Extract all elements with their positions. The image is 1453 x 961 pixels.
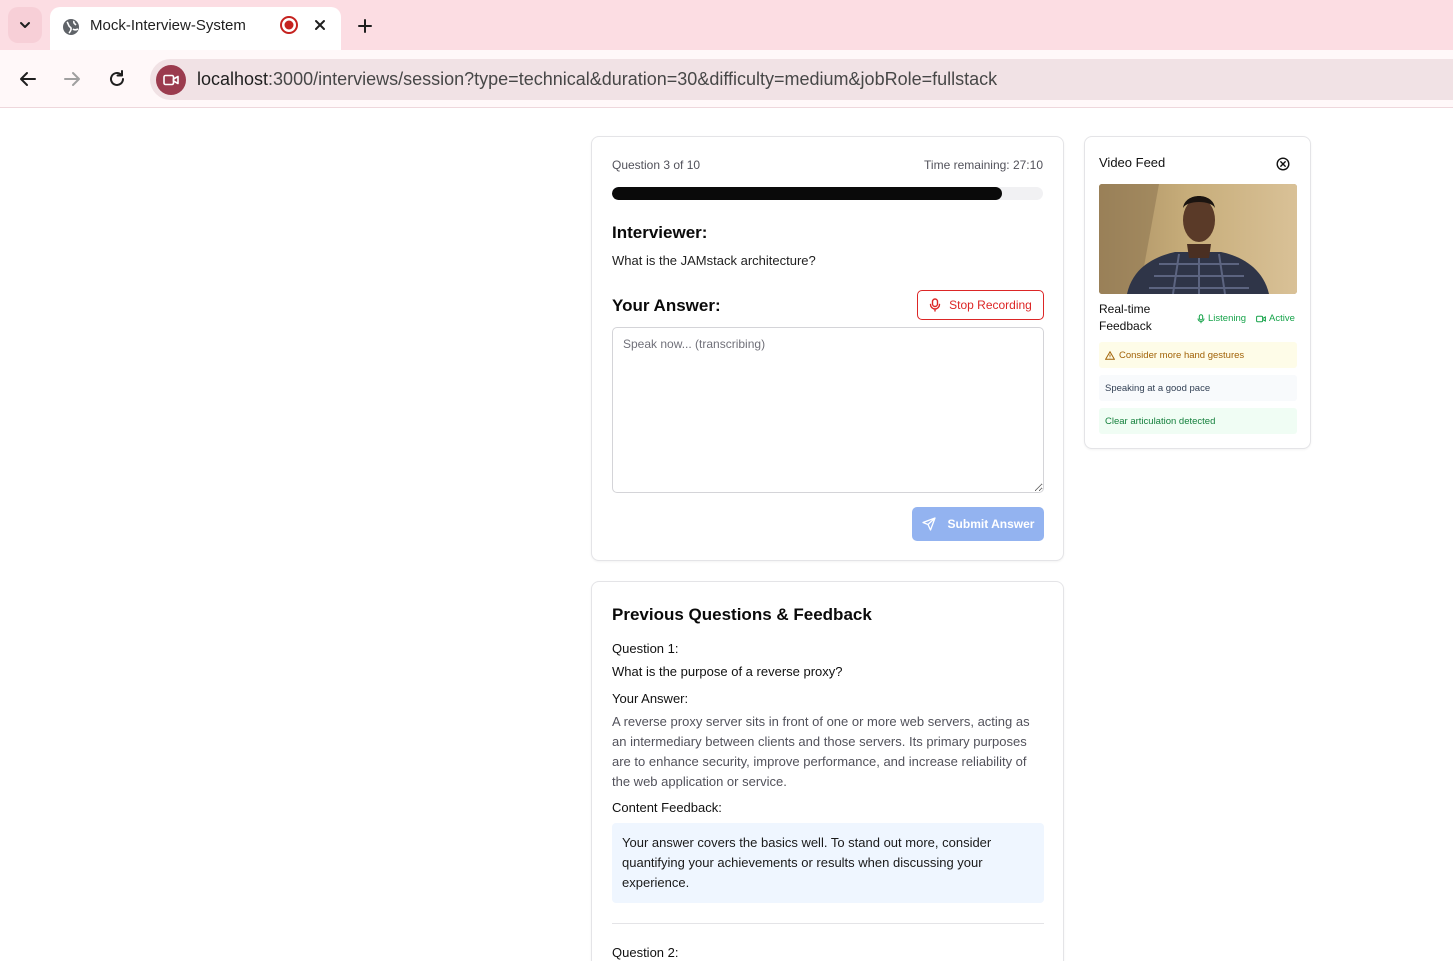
camera-icon <box>163 74 179 86</box>
feedback-positive-text: Clear articulation detected <box>1105 415 1216 427</box>
warning-triangle-icon <box>1105 350 1115 360</box>
listening-status: Listening <box>1197 313 1246 324</box>
reload-icon <box>110 70 124 86</box>
recording-indicator-icon <box>280 16 298 34</box>
globe-icon <box>63 19 79 35</box>
time-remaining: Time remaining: 27:10 <box>924 158 1043 172</box>
interviewer-heading: Interviewer: <box>612 223 708 242</box>
submit-answer-button[interactable]: Submit Answer <box>912 507 1044 541</box>
previous-question-label: Question 2: <box>612 945 679 960</box>
url-host: localhost <box>197 69 269 89</box>
forward-button[interactable] <box>58 65 86 93</box>
video-feed-card: Video Feed Real-time Feedback Listening <box>1084 136 1311 449</box>
microphone-icon <box>1197 313 1205 323</box>
camera-status: Active <box>1256 313 1295 324</box>
new-tab-button[interactable] <box>352 13 378 39</box>
previous-questions-title: Previous Questions & Feedback <box>612 605 872 624</box>
browser-tab-strip: Mock-Interview-System <box>0 0 1453 50</box>
video-camera-icon <box>1256 315 1266 322</box>
microphone-icon <box>929 298 941 312</box>
content-feedback-label: Content Feedback: <box>612 800 722 815</box>
browser-tab-active[interactable]: Mock-Interview-System <box>50 7 341 50</box>
previous-answer-text: A reverse proxy server sits in front of … <box>612 714 1030 789</box>
feedback-neutral-text: Speaking at a good pace <box>1105 382 1211 394</box>
arrow-right-icon <box>64 72 80 86</box>
tab-title: Mock-Interview-System <box>90 17 246 34</box>
feedback-warning: Consider more hand gestures <box>1099 342 1297 368</box>
chevron-down-icon <box>20 22 30 28</box>
tab-search-button[interactable] <box>8 7 42 43</box>
listening-label: Listening <box>1208 313 1247 324</box>
send-icon <box>921 517 936 531</box>
interview-card: Question 3 of 10 Time remaining: 27:10 I… <box>591 136 1064 561</box>
feedback-warning-text: Consider more hand gestures <box>1119 349 1245 361</box>
video-feed-title: Video Feed <box>1099 155 1166 170</box>
question-counter: Question 3 of 10 <box>612 158 701 172</box>
address-bar[interactable]: localhost:3000/interviews/session?type=t… <box>150 59 1453 100</box>
realtime-feedback-label: Real-time Feedback <box>1099 302 1152 333</box>
previous-question-text: What is the purpose of a reverse proxy? <box>612 664 843 679</box>
webcam-video <box>1099 184 1297 294</box>
tab-close-button[interactable] <box>308 13 332 37</box>
close-circle-icon <box>1276 157 1290 171</box>
feedback-positive: Clear articulation detected <box>1099 408 1297 434</box>
submit-answer-label: Submit Answer <box>947 517 1035 531</box>
divider <box>612 923 1044 924</box>
content-feedback-box: Your answer covers the basics well. To s… <box>612 823 1044 903</box>
arrow-left-icon <box>20 72 36 86</box>
answer-heading: Your Answer: <box>612 296 721 315</box>
webcam-image <box>1099 184 1297 294</box>
progress-bar <box>612 187 1043 200</box>
browser-toolbar: localhost:3000/interviews/session?type=t… <box>0 50 1453 108</box>
feedback-neutral: Speaking at a good pace <box>1099 375 1297 401</box>
site-info-button[interactable] <box>156 65 186 95</box>
question-text: What is the JAMstack architecture? <box>612 253 816 268</box>
active-label: Active <box>1269 313 1295 324</box>
back-button[interactable] <box>14 65 42 93</box>
url-path: :3000/interviews/session?type=technical&… <box>268 69 998 89</box>
plus-icon <box>358 19 372 33</box>
previous-questions-card: Previous Questions & Feedback Question 1… <box>591 581 1064 961</box>
previous-question-label: Question 1: <box>612 641 679 656</box>
reload-button[interactable] <box>103 65 131 93</box>
progress-bar-fill <box>612 187 1003 200</box>
answer-textarea[interactable] <box>612 327 1044 493</box>
stop-recording-label: Stop Recording <box>949 298 1032 312</box>
stop-recording-button[interactable]: Stop Recording <box>917 290 1044 320</box>
close-icon <box>315 20 325 30</box>
previous-answer-label: Your Answer: <box>612 691 689 706</box>
video-close-button[interactable] <box>1275 156 1291 172</box>
url-text: localhost:3000/interviews/session?type=t… <box>197 69 997 90</box>
